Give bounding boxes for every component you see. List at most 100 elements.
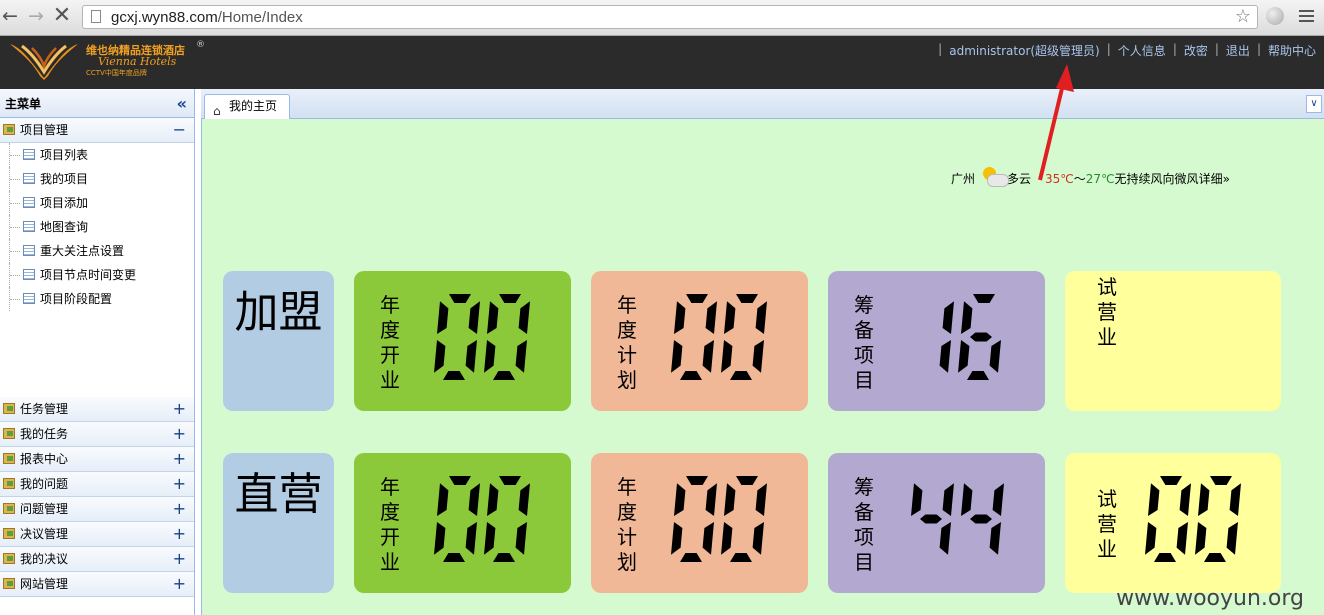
folder-icon (3, 503, 15, 514)
digit-segment (920, 514, 942, 524)
current-user-link[interactable]: administrator(超级管理员) (949, 42, 1100, 59)
stat-value-digits (911, 483, 1004, 555)
temp-separator: ～ (1073, 171, 1086, 186)
sidebar-header: 主菜单 « (0, 89, 194, 118)
stat-tile-preparing-projects[interactable]: 筹备项目 (828, 453, 1045, 593)
watermark: www.wooyun.org (1116, 586, 1304, 611)
seven-segment-digit (939, 301, 954, 373)
digit-segment (1195, 522, 1207, 555)
collapse-sidebar-icon[interactable]: « (177, 89, 187, 119)
sidebar-group-resolution-management[interactable]: 决议管理 + (0, 522, 194, 547)
stat-tile-trial-operation[interactable]: 试营业 (1065, 271, 1281, 411)
expand-group-icon[interactable]: + (173, 472, 186, 496)
seven-segment-digit (911, 483, 954, 555)
sidebar-item-map-query[interactable]: 地图查询 (0, 215, 194, 239)
sidebar-group-my-issues[interactable]: 我的问题 + (0, 472, 194, 497)
tab-list-chevron-icon[interactable]: ∨ (1306, 95, 1322, 113)
seven-segment-digit (484, 294, 530, 380)
digit-segment (973, 294, 995, 303)
tab-home[interactable]: ⌂ 我的主页 (204, 94, 291, 119)
digit-segment (1154, 553, 1176, 562)
sidebar-item-key-focus-settings[interactable]: 重大关注点设置 (0, 239, 194, 263)
back-icon[interactable]: ← (0, 6, 20, 26)
expand-group-icon[interactable]: + (173, 522, 186, 546)
sidebar-group-project-management[interactable]: 项目管理 − (0, 118, 194, 143)
digit-segment (671, 522, 683, 555)
profile-link[interactable]: 个人信息 (1118, 42, 1166, 59)
collapse-group-icon[interactable]: − (173, 118, 186, 142)
sidebar-group-my-resolutions[interactable]: 我的决议 + (0, 547, 194, 572)
digit-segment (686, 476, 708, 485)
stat-tile-annual-plan[interactable]: 年度计划 (591, 453, 808, 593)
url-path: /Home/Index (217, 9, 303, 26)
folder-icon (3, 428, 15, 439)
folder-icon (3, 578, 15, 589)
digit-segment (493, 371, 515, 380)
digit-segment (755, 301, 767, 334)
bookmark-star-icon[interactable]: ☆ (1235, 6, 1251, 27)
digit-segment (970, 514, 992, 524)
home-dashboard: 广州 多云 35℃～27℃ 无持续风向微风 详细» 加盟 年度开业 年度计划 筹… (201, 119, 1324, 615)
browser-menu-icon[interactable] (1299, 10, 1314, 25)
digit-segment (705, 301, 717, 334)
vienna-logo-icon (10, 44, 78, 80)
sidebar-group-my-tasks[interactable]: 我的任务 + (0, 422, 194, 447)
expand-group-icon[interactable]: + (173, 547, 186, 571)
expand-group-icon[interactable]: + (173, 572, 186, 596)
sidebar-item-label: 我的项目 (40, 172, 89, 186)
page-icon (91, 10, 101, 23)
project-menu-tree: 项目列表 我的项目 项目添加 地图查询 重大关注点设置 项目节点时间变更 项目阶… (0, 143, 194, 397)
weather-detail-link[interactable]: 详细» (1199, 170, 1230, 187)
stat-value-digits (671, 476, 767, 562)
stat-tile-annual-open[interactable]: 年度开业 (354, 453, 571, 593)
weather-widget: 广州 多云 35℃～27℃ 无持续风向微风 详细» (951, 167, 1230, 189)
stat-tile-preparing-projects[interactable]: 筹备项目 (828, 271, 1045, 411)
digit-segment (752, 340, 764, 373)
digit-segment (942, 301, 954, 334)
change-password-link[interactable]: 改密 (1184, 42, 1208, 59)
expand-group-icon[interactable]: + (173, 397, 186, 421)
stop-loading-icon[interactable]: ✕ (52, 5, 72, 27)
expand-group-icon[interactable]: + (173, 497, 186, 521)
stat-label: 年度开业 (380, 293, 400, 392)
sidebar-group-task-management[interactable]: 任务管理 + (0, 397, 194, 422)
seven-segment-digit (671, 476, 717, 562)
folder-icon (3, 453, 15, 464)
sidebar-item-add-project[interactable]: 项目添加 (0, 191, 194, 215)
sidebar-item-node-time-change[interactable]: 项目节点时间变更 (0, 263, 194, 287)
digit-segment (730, 553, 752, 562)
sidebar: 主菜单 « 项目管理 − 项目列表 我的项目 项目添加 地图查询 重大关注点设置… (0, 89, 195, 615)
digit-segment (989, 340, 1001, 373)
folder-icon (3, 528, 15, 539)
logo-slogan: CCTV中国年度品牌 (86, 69, 147, 77)
digit-segment (515, 340, 527, 373)
sidebar-item-stage-config[interactable]: 项目阶段配置 (0, 287, 194, 311)
seven-segment-digit (961, 483, 1004, 555)
digit-segment (939, 522, 951, 555)
table-icon (23, 269, 35, 280)
logout-link[interactable]: 退出 (1226, 42, 1250, 59)
seven-segment-digit (721, 294, 767, 380)
expand-group-icon[interactable]: + (173, 422, 186, 446)
app-header: 维也纳精品连锁酒店 Vienna Hotels CCTV中国年度品牌 ® | a… (0, 36, 1324, 89)
globe-icon[interactable] (1266, 7, 1284, 25)
digit-segment (499, 294, 521, 303)
sidebar-group-site-management[interactable]: 网站管理 + (0, 572, 194, 597)
digit-segment (911, 483, 923, 516)
sidebar-group-issue-management[interactable]: 问题管理 + (0, 497, 194, 522)
stat-tile-annual-plan[interactable]: 年度计划 (591, 271, 808, 411)
table-icon (23, 245, 35, 256)
help-center-link[interactable]: 帮助中心 (1268, 42, 1316, 59)
stat-tile-trial-operation[interactable]: 试营业 (1065, 453, 1281, 593)
digit-segment (465, 340, 477, 373)
expand-group-icon[interactable]: + (173, 447, 186, 471)
forward-icon[interactable]: → (26, 6, 46, 26)
digit-segment (1229, 483, 1241, 516)
sidebar-group-report-center[interactable]: 报表中心 + (0, 447, 194, 472)
sidebar-item-project-list[interactable]: 项目列表 (0, 143, 194, 167)
digit-segment (939, 340, 951, 373)
sidebar-item-my-projects[interactable]: 我的项目 (0, 167, 194, 191)
stat-value-digits (1145, 287, 1245, 387)
address-bar[interactable]: gcxj.wyn88.com/Home/Index ☆ (82, 5, 1258, 29)
stat-tile-annual-open[interactable]: 年度开业 (354, 271, 571, 411)
